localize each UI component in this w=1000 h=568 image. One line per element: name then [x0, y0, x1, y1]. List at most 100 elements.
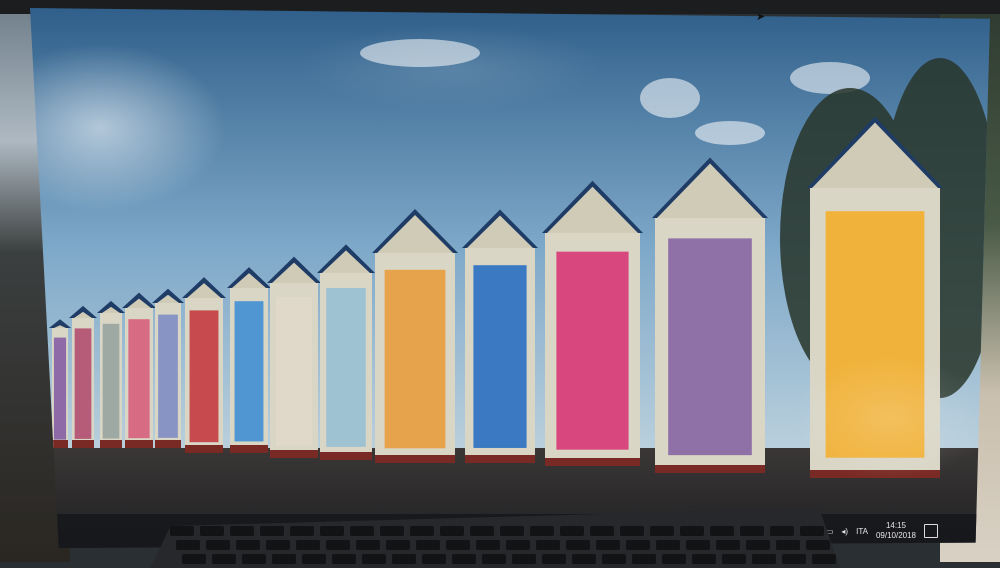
hut-door [326, 287, 366, 447]
keyboard-key [716, 540, 740, 550]
keyboard-key [266, 540, 290, 550]
keyboard-key [422, 554, 446, 564]
keyboard-key [362, 554, 386, 564]
system-tray: ˄ ▭ ◂) ITA 14:15 09/10/2018 [813, 520, 938, 542]
beach-hut [122, 292, 156, 448]
hut-base [655, 465, 765, 473]
hut-door [473, 265, 527, 448]
keyboard-key [170, 526, 194, 536]
keyboard-key [302, 554, 326, 564]
wallpaper-photo [30, 8, 990, 548]
keyboard-key [392, 554, 416, 564]
keyboard-key [590, 526, 614, 536]
keyboard-key [632, 554, 656, 564]
monitor-screen: ⊞ ▬ ▣ ✉ ▲ ˄ ▭ ◂) ITA 14:15 09/10/2018 [30, 8, 990, 548]
hut-base [810, 470, 940, 478]
keyboard-key [740, 526, 764, 536]
hut-door [53, 337, 67, 440]
keyboard-key [572, 554, 596, 564]
hut-door [74, 328, 92, 439]
hut-base [52, 440, 68, 448]
keyboard-key [236, 540, 260, 550]
hut-door [128, 319, 150, 439]
beach-hut [372, 209, 458, 463]
keyboard-key [440, 526, 464, 536]
hut-base [100, 440, 122, 448]
keyboard-key [752, 554, 776, 564]
hut-base [230, 445, 268, 453]
beach-hut [542, 180, 643, 466]
keyboard-key [356, 540, 380, 550]
hut-base [270, 450, 318, 458]
keyboard-key [722, 554, 746, 564]
keyboard-key [806, 540, 830, 550]
hut-base [320, 452, 372, 460]
keyboard-key [776, 540, 800, 550]
keyboard-key [200, 526, 224, 536]
mouse-pointer-icon: ➤ [756, 11, 766, 23]
keyboard-key [206, 540, 230, 550]
keyboard-key [230, 526, 254, 536]
keyboard-key [596, 540, 620, 550]
hut-base [155, 440, 181, 448]
keyboard-key [680, 526, 704, 536]
keyboard-key [326, 540, 350, 550]
keyboard-key [602, 554, 626, 564]
keyboard-key [332, 554, 356, 564]
hut-door [102, 323, 120, 439]
keyboard-key [506, 540, 530, 550]
hut-door [825, 211, 925, 458]
keyboard-key [350, 526, 374, 536]
hut-door [384, 269, 446, 449]
keyboard-key [182, 554, 206, 564]
keyboard-key [662, 554, 686, 564]
beach-hut [69, 305, 97, 448]
keyboard-key [656, 540, 680, 550]
beach-hut [462, 209, 538, 463]
keyboard-key [542, 554, 566, 564]
keyboard-key [272, 554, 296, 564]
beach-hut [267, 256, 321, 458]
keyboard-key [800, 526, 824, 536]
keyboard-key [386, 540, 410, 550]
hut-door [556, 251, 629, 450]
notifications-icon[interactable] [924, 524, 938, 538]
keyboard-key [512, 554, 536, 564]
keyboard-key [530, 526, 554, 536]
keyboard-key [212, 554, 236, 564]
keyboard-key [620, 526, 644, 536]
keyboard-key [770, 526, 794, 536]
hut-base [545, 458, 640, 466]
keyboard-key [296, 540, 320, 550]
hut-door [234, 301, 264, 442]
keyboard-key [812, 554, 836, 564]
keyboard-key [710, 526, 734, 536]
keyboard-key [260, 526, 284, 536]
keyboard-key [446, 540, 470, 550]
keyboard-key [782, 554, 806, 564]
hut-door [158, 314, 178, 438]
keyboard-key [416, 540, 440, 550]
beach-hut [227, 267, 271, 453]
keyboard-key [470, 526, 494, 536]
clock-time: 14:15 [885, 521, 906, 530]
keyboard-key [410, 526, 434, 536]
keyboard-key [452, 554, 476, 564]
keyboard-key [242, 554, 266, 564]
clock[interactable]: 14:15 09/10/2018 [876, 521, 916, 541]
keyboard-key [380, 526, 404, 536]
beach-hut [807, 116, 943, 478]
hut-door [275, 297, 313, 446]
hut-door [668, 238, 752, 456]
hut-base [375, 455, 455, 463]
keyboard-key [560, 526, 584, 536]
hut-base [125, 440, 153, 448]
keyboard-key [536, 540, 560, 550]
volume-icon[interactable]: ◂) [841, 527, 848, 536]
hut-base [72, 440, 94, 448]
keyboard-key [482, 554, 506, 564]
keyboard-key [626, 540, 650, 550]
hut-base [465, 455, 535, 463]
language-indicator[interactable]: ITA [856, 527, 868, 536]
hut-door [189, 310, 219, 443]
